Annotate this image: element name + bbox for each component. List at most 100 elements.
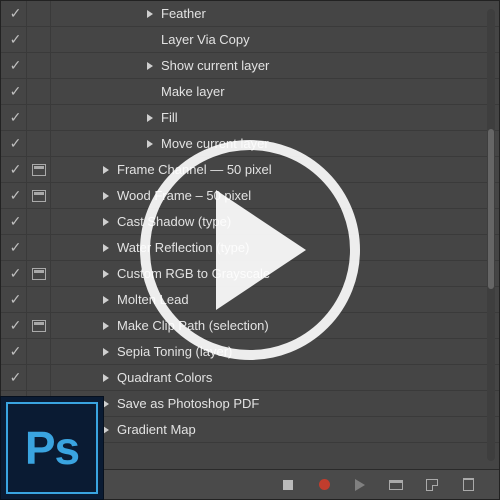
action-label: Fill <box>161 110 178 125</box>
dialog-icon <box>32 190 46 202</box>
toggle-dialog[interactable] <box>27 79 51 105</box>
photoshop-badge: Ps <box>0 396 104 500</box>
action-row[interactable]: ✓ Layer Via Copy <box>1 27 499 53</box>
action-row[interactable]: ✓ Make Clip Path (selection) <box>1 313 499 339</box>
disclosure-triangle-icon[interactable] <box>103 270 109 278</box>
action-row[interactable]: ✓ Quadrant Colors <box>1 365 499 391</box>
toggle-dialog[interactable] <box>27 313 51 339</box>
ps-logo-text: Ps <box>25 421 79 475</box>
disclosure-triangle-icon[interactable] <box>103 244 109 252</box>
toggle-enabled[interactable]: ✓ <box>5 53 27 79</box>
check-icon: ✓ <box>10 265 22 282</box>
toggle-enabled[interactable]: ✓ <box>5 339 27 365</box>
action-label: Water Reflection (type) <box>117 240 249 255</box>
action-label: Sepia Toning (layer) <box>117 344 232 359</box>
toggle-enabled[interactable]: ✓ <box>5 79 27 105</box>
toggle-dialog[interactable] <box>27 287 51 313</box>
action-label: Feather <box>161 6 206 21</box>
action-label: Cast Shadow (type) <box>117 214 231 229</box>
action-label: Move current layer <box>161 136 269 151</box>
check-icon: ✓ <box>10 161 22 178</box>
toggle-enabled[interactable]: ✓ <box>5 365 27 391</box>
action-row[interactable]: ✓ Make layer <box>1 79 499 105</box>
action-label: Frame Channel — 50 pixel <box>117 162 272 177</box>
toggle-enabled[interactable]: ✓ <box>5 183 27 209</box>
action-label: Wood Frame – 50 pixel <box>117 188 251 203</box>
action-label: Make Clip Path (selection) <box>117 318 269 333</box>
check-icon: ✓ <box>10 291 22 308</box>
toggle-enabled[interactable]: ✓ <box>5 1 27 27</box>
toggle-enabled[interactable]: ✓ <box>5 131 27 157</box>
toggle-dialog[interactable] <box>27 131 51 157</box>
action-label: Custom RGB to Grayscale <box>117 266 270 281</box>
dialog-icon <box>32 268 46 280</box>
disclosure-triangle-icon[interactable] <box>147 140 153 148</box>
action-row[interactable]: ✓ Custom RGB to Grayscale <box>1 261 499 287</box>
disclosure-triangle-icon[interactable] <box>103 374 109 382</box>
check-icon: ✓ <box>10 83 22 100</box>
action-row[interactable]: ✓ Water Reflection (type) <box>1 235 499 261</box>
disclosure-triangle-icon[interactable] <box>147 114 153 122</box>
trash-icon[interactable] <box>461 478 475 492</box>
check-icon: ✓ <box>10 135 22 152</box>
action-label: Make layer <box>161 84 225 99</box>
new-set-icon[interactable] <box>389 478 403 492</box>
check-icon: ✓ <box>10 213 22 230</box>
disclosure-triangle-icon[interactable] <box>103 218 109 226</box>
action-label: Molten Lead <box>117 292 189 307</box>
toggle-dialog[interactable] <box>27 27 51 53</box>
new-action-icon[interactable] <box>425 478 439 492</box>
action-label: Show current layer <box>161 58 269 73</box>
check-icon: ✓ <box>10 5 22 22</box>
disclosure-triangle-icon[interactable] <box>103 348 109 356</box>
toggle-dialog[interactable] <box>27 365 51 391</box>
disclosure-triangle-icon[interactable] <box>103 322 109 330</box>
toggle-dialog[interactable] <box>27 105 51 131</box>
toggle-dialog[interactable] <box>27 235 51 261</box>
check-icon: ✓ <box>10 343 22 360</box>
check-icon: ✓ <box>10 239 22 256</box>
dialog-icon <box>32 320 46 332</box>
check-icon: ✓ <box>10 317 22 334</box>
disclosure-triangle-icon[interactable] <box>147 10 153 18</box>
toggle-enabled[interactable]: ✓ <box>5 27 27 53</box>
action-row[interactable]: ✓ Cast Shadow (type) <box>1 209 499 235</box>
action-row[interactable]: ✓ Sepia Toning (layer) <box>1 339 499 365</box>
check-icon: ✓ <box>10 109 22 126</box>
toggle-dialog[interactable] <box>27 53 51 79</box>
disclosure-triangle-icon[interactable] <box>103 296 109 304</box>
toggle-enabled[interactable]: ✓ <box>5 209 27 235</box>
toggle-enabled[interactable]: ✓ <box>5 261 27 287</box>
disclosure-triangle-icon[interactable] <box>147 62 153 70</box>
toggle-dialog[interactable] <box>27 183 51 209</box>
disclosure-triangle-icon[interactable] <box>103 192 109 200</box>
toggle-enabled[interactable]: ✓ <box>5 105 27 131</box>
action-row[interactable]: ✓ Feather <box>1 1 499 27</box>
toggle-dialog[interactable] <box>27 261 51 287</box>
scrollbar[interactable] <box>487 9 495 461</box>
toggle-dialog[interactable] <box>27 209 51 235</box>
action-label: Layer Via Copy <box>161 32 250 47</box>
action-label: Save as Photoshop PDF <box>117 396 259 411</box>
disclosure-triangle-icon[interactable] <box>103 166 109 174</box>
toggle-enabled[interactable]: ✓ <box>5 157 27 183</box>
action-row[interactable]: ✓ Show current layer <box>1 53 499 79</box>
action-row[interactable]: ✓ Wood Frame – 50 pixel <box>1 183 499 209</box>
toggle-enabled[interactable]: ✓ <box>5 235 27 261</box>
check-icon: ✓ <box>10 31 22 48</box>
play-icon[interactable] <box>353 478 367 492</box>
check-icon: ✓ <box>10 57 22 74</box>
record-icon[interactable] <box>317 478 331 492</box>
toggle-dialog[interactable] <box>27 157 51 183</box>
action-row[interactable]: ✓ Move current layer <box>1 131 499 157</box>
toggle-dialog[interactable] <box>27 339 51 365</box>
toggle-dialog[interactable] <box>27 1 51 27</box>
dialog-icon <box>32 164 46 176</box>
action-row[interactable]: ✓ Fill <box>1 105 499 131</box>
toggle-enabled[interactable]: ✓ <box>5 313 27 339</box>
action-row[interactable]: ✓ Frame Channel — 50 pixel <box>1 157 499 183</box>
stop-icon[interactable] <box>281 478 295 492</box>
toggle-enabled[interactable]: ✓ <box>5 287 27 313</box>
action-row[interactable]: ✓ Molten Lead <box>1 287 499 313</box>
action-label: Quadrant Colors <box>117 370 212 385</box>
